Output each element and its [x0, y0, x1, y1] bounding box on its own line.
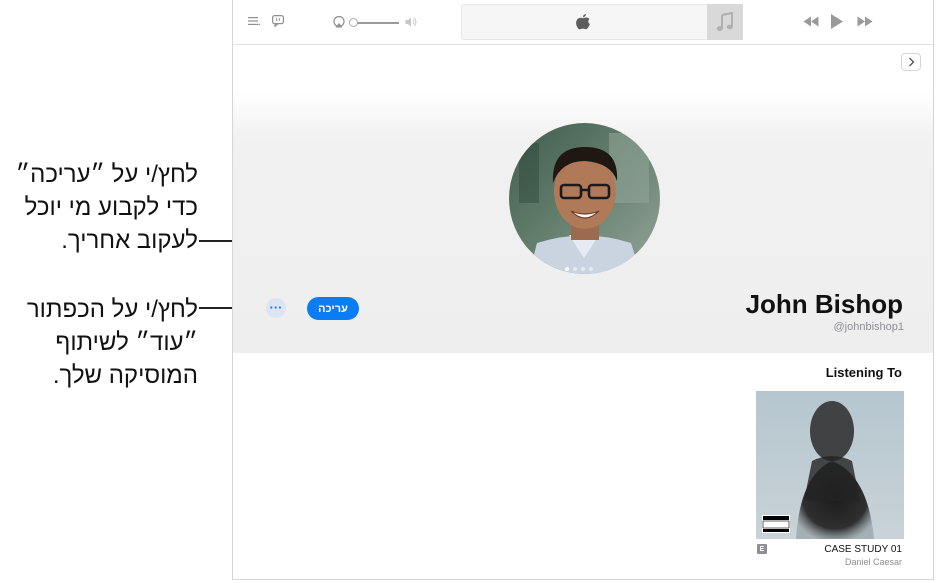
play-icon[interactable] [830, 13, 844, 32]
volume-icon [405, 16, 417, 30]
edit-button[interactable]: עריכה [307, 297, 359, 320]
music-app-window: ··· עריכה John Bishop @johnbishop1 Liste… [232, 0, 934, 580]
callout-more: לחץ/י על הכפתור ״עוד״ לשיתוף המוסיקה שלך… [27, 293, 198, 392]
profile-name: John Bishop [745, 289, 903, 319]
list-icon[interactable] [248, 16, 260, 28]
callout-more-line-2: ״עוד״ לשיתוף [55, 329, 198, 356]
album-artist[interactable]: Daniel Caesar [845, 557, 902, 567]
callout-edit-line-2: כדי לקבוע מי יוכל [24, 194, 198, 221]
airplay-icon[interactable] [333, 15, 345, 30]
album-title[interactable]: CASE STUDY 01 [824, 544, 902, 555]
listening-to-heading: Listening To [825, 365, 902, 380]
rewind-icon[interactable] [803, 16, 819, 29]
apple-logo-icon [575, 13, 591, 37]
profile-avatar[interactable] [509, 123, 660, 274]
toolbar [233, 0, 933, 45]
callout-more-line-1: לחץ/י על הכפתור [26, 296, 198, 323]
now-playing-panel[interactable] [461, 4, 743, 40]
callout-edit-line-3: לעקוב אחריך. [61, 227, 198, 254]
music-note-icon [707, 4, 743, 40]
volume-slider[interactable] [349, 18, 401, 28]
callout-edit-line-1: לחץ/י על ״עריכה״ [15, 161, 198, 188]
forward-nav-button[interactable] [901, 53, 921, 71]
forward-icon[interactable] [857, 16, 873, 29]
volume-knob[interactable] [349, 18, 358, 27]
album-artwork[interactable] [756, 391, 904, 539]
more-button[interactable]: ··· [266, 298, 286, 318]
profile-handle: @johnbishop1 [833, 321, 905, 333]
lyrics-icon[interactable] [272, 15, 285, 29]
explicit-badge: E [757, 544, 767, 554]
chevron-right-icon [908, 57, 914, 67]
callout-more-line-3: המוסיקה שלך. [52, 362, 198, 389]
callout-edit: לחץ/י על ״עריכה״ כדי לקבוע מי יוכל לעקוב… [16, 158, 198, 257]
